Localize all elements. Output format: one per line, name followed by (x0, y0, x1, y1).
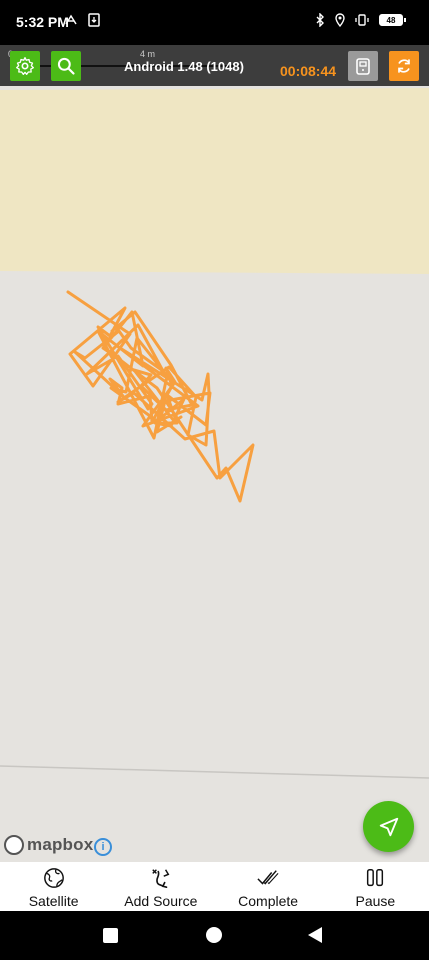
double-check-icon (257, 870, 279, 885)
walkie-talkie-icon (356, 58, 370, 75)
map-canvas (0, 88, 429, 779)
mapbox-mark-icon (4, 835, 24, 855)
status-bar: 5:32 PM 48 (0, 0, 429, 45)
status-time: 5:32 PM (16, 14, 69, 30)
back-button[interactable] (308, 927, 322, 943)
home-button[interactable] (206, 927, 222, 943)
navigation-arrow-icon (379, 817, 398, 836)
map-area-region (0, 88, 429, 274)
add-source-label: Add Source (124, 893, 198, 909)
pause-icon (367, 869, 384, 887)
download-icon (88, 13, 100, 27)
device-button[interactable] (348, 51, 378, 81)
app-toolbar: 0 4 m Android 1.48 (1048) 00:08:44 (0, 45, 429, 86)
recents-button[interactable] (103, 928, 118, 943)
map-view[interactable] (0, 86, 429, 862)
satellite-button[interactable]: Satellite (0, 862, 107, 911)
settings-button[interactable] (10, 51, 40, 81)
network-icon (65, 14, 77, 25)
gps-track (66, 290, 255, 503)
scale-label-end: 4 m (140, 49, 156, 59)
search-button[interactable] (51, 51, 81, 81)
battery-icon: 48 (379, 14, 406, 26)
status-left-icons (64, 13, 100, 27)
globe-icon (43, 868, 64, 888)
complete-label: Complete (238, 893, 299, 909)
gear-icon (16, 57, 34, 76)
mapbox-logo[interactable]: mapbox (4, 835, 93, 855)
location-icon (335, 13, 345, 27)
attribution-info-icon[interactable]: i (94, 838, 112, 856)
map-road-line (0, 765, 429, 779)
bottom-action-bar: Satellite Add Source Complete Pause (0, 862, 429, 911)
sync-icon (398, 59, 410, 73)
bluetooth-icon (316, 13, 324, 27)
sync-button[interactable] (389, 51, 419, 81)
pause-button[interactable]: Pause (322, 862, 429, 911)
system-nav-bar (0, 911, 429, 960)
elapsed-timer: 00:08:44 (280, 63, 337, 79)
app-version: Android 1.48 (1048) (124, 59, 244, 74)
pause-label: Pause (355, 893, 396, 909)
satellite-label: Satellite (28, 893, 79, 909)
battery-level: 48 (386, 15, 396, 25)
locate-me-button[interactable] (363, 801, 414, 852)
mapbox-wordmark: mapbox (27, 835, 94, 854)
add-source-button[interactable]: Add Source (107, 862, 214, 911)
search-icon (57, 57, 75, 75)
vibrate-icon (355, 14, 369, 26)
status-right-icons: 48 (315, 13, 406, 27)
complete-button[interactable]: Complete (215, 862, 322, 911)
add-source-icon (152, 869, 170, 888)
